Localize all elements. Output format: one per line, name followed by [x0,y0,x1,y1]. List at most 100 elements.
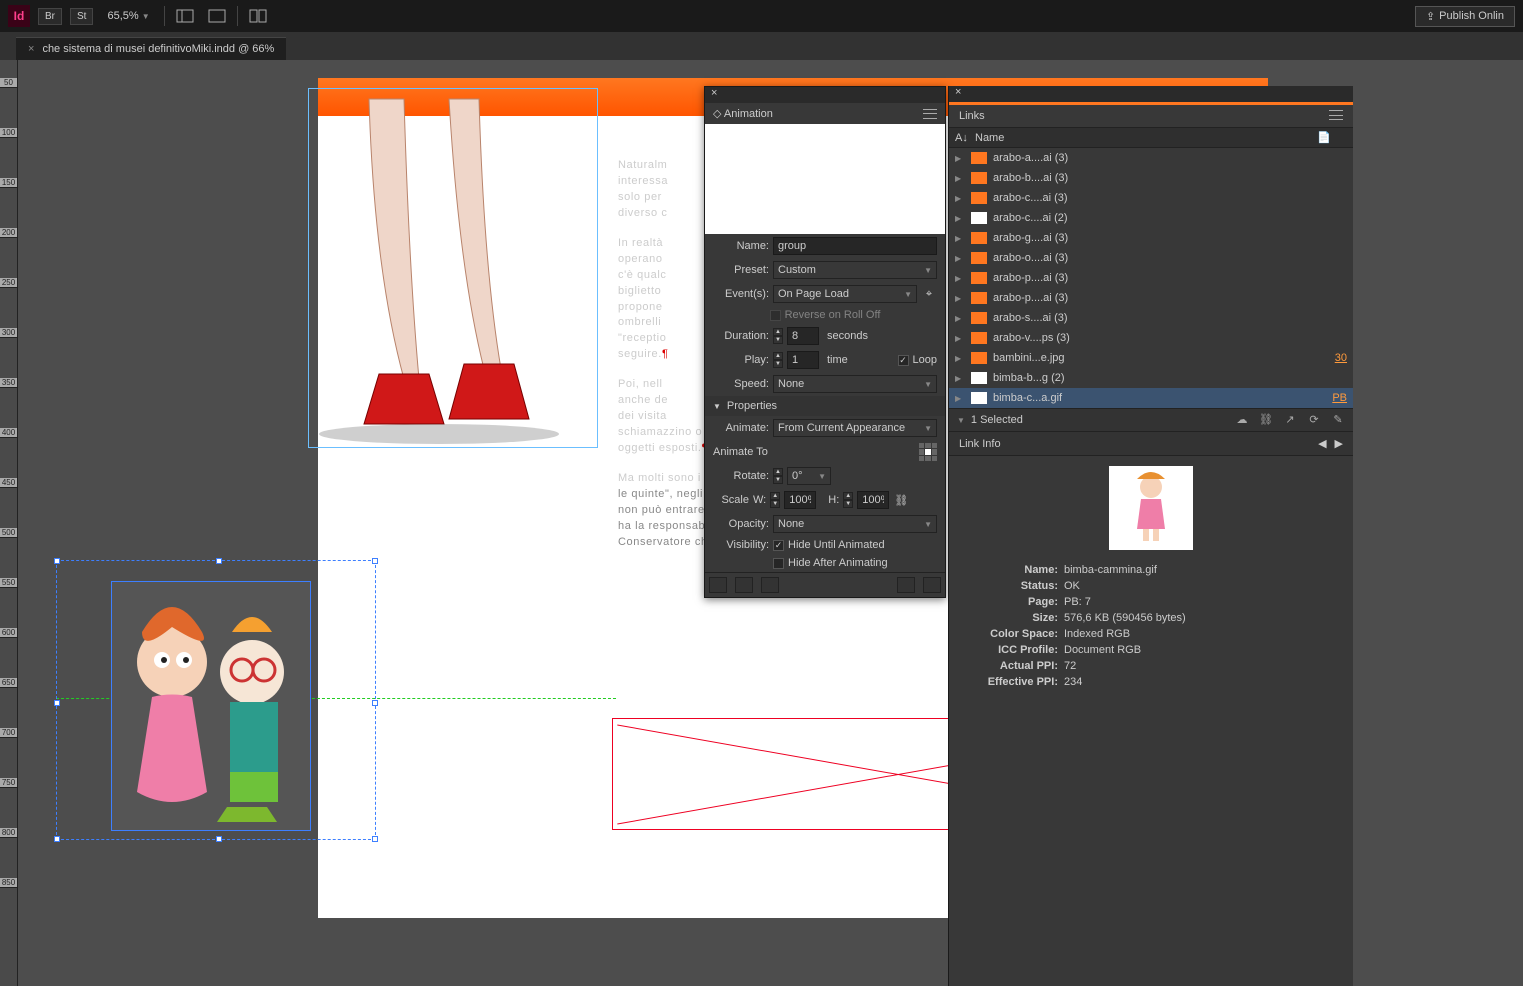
hide-after-checkbox[interactable]: Hide After Animating [773,557,888,569]
duration-stepper[interactable]: ▲▼ [773,328,783,344]
publish-online-button[interactable]: ⇪ Publish Onlin [1415,6,1515,27]
selection-handle[interactable] [216,836,222,842]
scale-w-stepper[interactable]: ▲▼ [770,492,780,508]
link-row[interactable]: ▶arabo-c....ai (3) [949,188,1353,208]
expand-icon[interactable]: ▼ [957,416,965,425]
link-row[interactable]: ▶arabo-g....ai (3) [949,228,1353,248]
panel-drag-bar[interactable]: × [705,87,945,103]
expand-icon[interactable]: ▶ [955,394,971,403]
expand-icon[interactable]: ▶ [955,234,971,243]
constrain-proportions-icon[interactable]: ⛓ [893,494,909,507]
close-panel-icon[interactable]: × [705,87,723,103]
speed-select[interactable]: None▼ [773,375,937,393]
play-input[interactable] [787,351,819,369]
link-row[interactable]: ▶arabo-o....ai (3) [949,248,1353,268]
link-row[interactable]: ▶arabo-c....ai (2) [949,208,1353,228]
preview-spread-icon[interactable] [709,577,727,593]
link-info-header[interactable]: Link Info ◀ ▶ [949,432,1353,456]
selected-image-frame[interactable] [111,581,311,831]
expand-icon[interactable]: ▶ [955,214,971,223]
create-button-trigger-icon[interactable]: ⌖ [921,288,937,301]
relink-icon[interactable]: ⛓ [1259,413,1273,427]
opacity-select[interactable]: None▼ [773,515,937,533]
animation-panel[interactable]: × ◇ Animation Name: Preset: Custom▼ Even… [704,86,946,598]
convert-to-motion-path-icon[interactable] [897,577,915,593]
link-row[interactable]: ▶bimba-c...a.gifPB [949,388,1353,408]
selection-handle[interactable] [54,836,60,842]
goto-link-icon[interactable]: ↗ [1283,413,1297,427]
animate-select[interactable]: From Current Appearance▼ [773,419,937,437]
expand-icon[interactable]: ▶ [955,334,971,343]
show-animation-proxy-icon[interactable] [735,577,753,593]
scale-w-input[interactable] [784,491,816,509]
selection-handle[interactable] [372,558,378,564]
panel-menu-icon[interactable] [1329,110,1343,120]
image-frame-legs[interactable] [308,88,598,448]
events-select[interactable]: On Page Load▼ [773,285,917,303]
links-panel[interactable]: × Links A↓ Name 📄 ▶arabo-a....ai (3)▶ara… [948,86,1353,986]
expand-icon[interactable]: ▶ [955,194,971,203]
ruler-vertical[interactable]: 5010015020025030035040045050055060065070… [0,60,18,986]
links-list[interactable]: ▶arabo-a....ai (3)▶arabo-b....ai (3)▶ara… [949,148,1353,408]
view-options-icon[interactable] [173,6,197,26]
next-link-icon[interactable]: ▶ [1335,437,1343,450]
link-row[interactable]: ▶arabo-p....ai (3) [949,288,1353,308]
close-tab-icon[interactable]: × [28,43,34,55]
selection-handle[interactable] [372,836,378,842]
zoom-level[interactable]: 65,5% ▼ [101,8,155,24]
animation-name-input[interactable] [773,237,937,255]
link-row[interactable]: ▶arabo-s....ai (3) [949,308,1353,328]
scale-h-input[interactable] [857,491,889,509]
selection-handle[interactable] [54,558,60,564]
prev-link-icon[interactable]: ◀ [1318,437,1326,450]
relink-cc-icon[interactable]: ☁ [1235,413,1249,427]
expand-icon[interactable]: ▶ [955,254,971,263]
panel-drag-bar[interactable]: × [949,86,1353,102]
selection-handle[interactable] [216,558,222,564]
update-link-icon[interactable]: ⟳ [1307,413,1321,427]
expand-icon[interactable]: ▶ [955,314,971,323]
links-column-header[interactable]: A↓ Name 📄 [949,128,1353,148]
document-tab[interactable]: × che sistema di musei definitivoMiki.in… [16,37,286,60]
link-page[interactable]: 30 [1323,352,1347,364]
selection-handle[interactable] [372,700,378,706]
loop-checkbox[interactable]: ✓Loop [898,354,937,366]
expand-icon[interactable]: ▶ [955,274,971,283]
animation-preview[interactable] [705,124,945,234]
link-row[interactable]: ▶arabo-b....ai (3) [949,168,1353,188]
rotate-input[interactable]: 0°▼ [787,467,831,485]
bridge-button[interactable]: Br [38,8,62,25]
expand-icon[interactable]: ▶ [955,154,971,163]
preset-select[interactable]: Custom▼ [773,261,937,279]
link-page[interactable]: PB [1323,392,1347,404]
expand-icon[interactable]: ▶ [955,294,971,303]
app-logo-icon[interactable]: Id [8,5,30,27]
ruler-tick: 450 [0,478,17,488]
panel-menu-icon[interactable] [923,109,937,119]
selection-handle[interactable] [54,700,60,706]
expand-icon[interactable]: ▶ [955,174,971,183]
scale-h-stepper[interactable]: ▲▼ [843,492,853,508]
expand-icon[interactable]: ▶ [955,374,971,383]
rotate-stepper[interactable]: ▲▼ [773,468,783,484]
duration-input[interactable] [787,327,819,345]
trash-icon[interactable] [923,577,941,593]
expand-icon[interactable]: ▶ [955,354,971,363]
arrange-icon[interactable] [246,6,270,26]
sort-icon[interactable]: A↓ [955,132,975,144]
stock-button[interactable]: St [70,8,93,25]
link-row[interactable]: ▶bambini...e.jpg30 [949,348,1353,368]
proxy-reference-point[interactable] [919,443,937,461]
screen-mode-icon[interactable] [205,6,229,26]
link-row[interactable]: ▶arabo-a....ai (3) [949,148,1353,168]
link-row[interactable]: ▶bimba-b...g (2) [949,368,1353,388]
hide-until-checkbox[interactable]: ✓Hide Until Animated [773,539,885,551]
timing-panel-icon[interactable] [761,577,779,593]
properties-section-toggle[interactable]: ▼ Properties [705,396,945,416]
link-row[interactable]: ▶arabo-p....ai (3) [949,268,1353,288]
selection-bounding-box[interactable] [56,560,376,840]
close-panel-icon[interactable]: × [949,86,967,102]
edit-original-icon[interactable]: ✎ [1331,413,1345,427]
play-stepper[interactable]: ▲▼ [773,352,783,368]
link-row[interactable]: ▶arabo-v....ps (3) [949,328,1353,348]
